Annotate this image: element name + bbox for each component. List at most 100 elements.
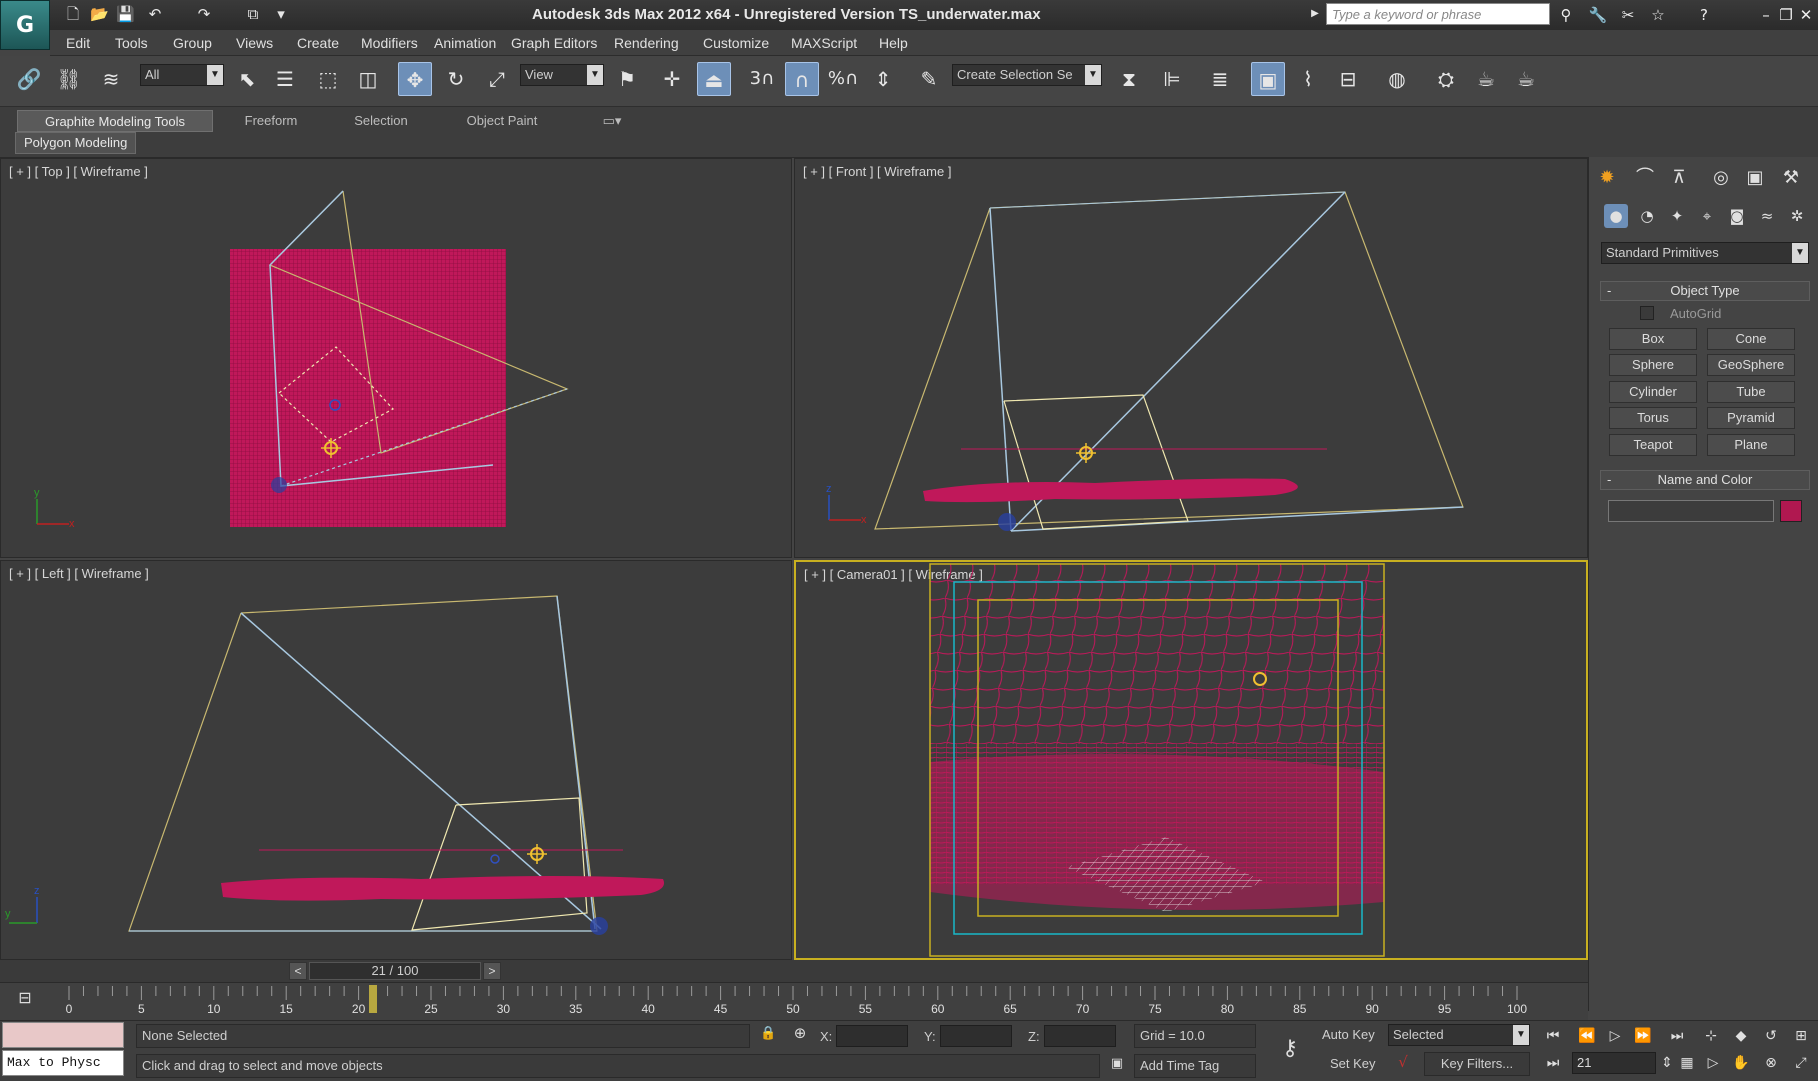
viewport-front[interactable]: [ + ] [ Front ] [ Wireframe ] z x [794, 158, 1588, 558]
utilities-tab-icon[interactable]: ⚒ [1777, 164, 1805, 192]
x-coordinate-input[interactable] [836, 1025, 908, 1047]
frame-spinner-icon[interactable]: ⇕ [1656, 1052, 1678, 1074]
tab-object-paint[interactable]: Object Paint [448, 110, 556, 132]
default-in-out-tangent-icon[interactable]: √ [1392, 1053, 1414, 1075]
menu-graph-editors[interactable]: Graph Editors [511, 35, 597, 51]
menu-group[interactable]: Group [173, 35, 212, 51]
quick-access-dropdown-icon[interactable]: ▾ [272, 5, 290, 23]
z-coordinate-input[interactable] [1044, 1025, 1116, 1047]
polygon-modeling-panel[interactable]: Polygon Modeling [15, 132, 137, 154]
hierarchy-tab-icon[interactable]: ⊼ [1665, 164, 1693, 192]
percent-snap-icon[interactable]: %∩ [826, 62, 860, 96]
create-tab-icon[interactable]: ✹ [1593, 164, 1621, 192]
schematic-view-icon[interactable]: ⊟ [1331, 62, 1365, 96]
select-and-scale-icon[interactable]: ⤢ [480, 62, 514, 96]
menu-views[interactable]: Views [236, 35, 273, 51]
select-and-move-icon[interactable]: ✥ [398, 62, 432, 96]
menu-animation[interactable]: Animation [434, 35, 496, 51]
selection-lock-icon[interactable]: 🔒 [760, 1026, 776, 1044]
truck-camera-icon[interactable]: ⊞ [1790, 1025, 1812, 1047]
name-and-color-rollout-header[interactable]: - Name and Color [1600, 470, 1810, 490]
layer-manager-icon[interactable]: ≣ [1203, 62, 1237, 96]
cameras-icon[interactable]: ⌖ [1695, 204, 1719, 228]
time-slider[interactable]: 21 / 100 [308, 962, 481, 980]
material-editor-icon[interactable]: ◍ [1380, 62, 1414, 96]
go-to-start-icon[interactable]: ⏮ [1542, 1025, 1564, 1047]
selection-filter-dropdown[interactable]: All ▼ [140, 64, 224, 86]
angle-snap-icon[interactable]: ∩ [785, 62, 819, 96]
tab-selection[interactable]: Selection [336, 110, 426, 132]
menu-create[interactable]: Create [297, 35, 339, 51]
absolute-mode-transform-icon[interactable]: ⊕ [790, 1024, 810, 1044]
display-tab-icon[interactable]: ▣ [1741, 164, 1769, 192]
time-cursor[interactable] [369, 985, 378, 1013]
binoculars-icon[interactable]: ⚲ [1556, 5, 1576, 25]
key-mode-toggle-icon[interactable]: ⏭ [1542, 1052, 1564, 1074]
bind-to-space-warp-icon[interactable]: ≋ [94, 62, 128, 96]
key-filters-button[interactable]: Key Filters... [1424, 1052, 1530, 1076]
menu-edit[interactable]: Edit [66, 35, 90, 51]
edit-named-selection-icon[interactable]: ✎ [912, 62, 946, 96]
rectangular-selection-icon[interactable]: ⬚ [311, 62, 345, 96]
help-icon[interactable]: ? [1694, 5, 1714, 25]
modify-tab-icon[interactable]: ⌒ [1631, 164, 1659, 192]
time-slider-prev-button[interactable]: < [288, 962, 307, 980]
named-selection-set-dropdown[interactable]: Create Selection Se ▼ [952, 64, 1102, 86]
select-by-name-icon[interactable]: ☰ [268, 62, 302, 96]
geosphere-button[interactable]: GeoSphere [1707, 354, 1795, 376]
select-and-rotate-icon[interactable]: ↻ [439, 62, 473, 96]
cone-button[interactable]: Cone [1707, 328, 1795, 350]
sphere-button[interactable]: Sphere [1609, 354, 1697, 376]
torus-button[interactable]: Torus [1609, 407, 1697, 429]
helpers-icon[interactable]: ◙ [1725, 204, 1749, 228]
unlink-selection-icon[interactable]: ⛓ [52, 62, 86, 96]
field-of-view-icon[interactable]: ◆ [1730, 1025, 1752, 1047]
undo-icon[interactable]: ↶ [146, 5, 164, 23]
maxscript-listener-input[interactable]: Max to Physc [2, 1050, 124, 1076]
render-production-icon[interactable]: ☕ [1509, 62, 1543, 96]
lights-icon[interactable]: ✦ [1665, 204, 1689, 228]
project-folder-icon[interactable]: ⧉ [244, 5, 262, 23]
keyboard-shortcut-override-icon[interactable]: ⏏ [697, 62, 731, 96]
motion-tab-icon[interactable]: ◎ [1707, 164, 1735, 192]
next-frame-icon[interactable]: ⏩ [1632, 1025, 1654, 1047]
close-icon[interactable]: ✕ [1796, 5, 1816, 25]
viewport-left[interactable]: [ + ] [ Left ] [ Wireframe ] z y [0, 560, 792, 960]
object-name-field[interactable] [1608, 500, 1774, 522]
y-coordinate-input[interactable] [940, 1025, 1012, 1047]
maximize-viewport-icon[interactable]: ⤢ [1790, 1052, 1812, 1074]
object-color-swatch[interactable] [1780, 500, 1802, 522]
app-logo-button[interactable]: G [0, 0, 50, 50]
set-key-button[interactable]: Set Key [1330, 1056, 1376, 1071]
use-pivot-center-icon[interactable]: ⚑ [610, 62, 644, 96]
align-icon[interactable]: ⊫ [1155, 62, 1189, 96]
add-time-tag-button[interactable]: Add Time Tag [1134, 1054, 1256, 1078]
tab-graphite-modeling-tools[interactable]: Graphite Modeling Tools [17, 110, 213, 132]
menu-modifiers[interactable]: Modifiers [361, 35, 418, 51]
current-frame-input[interactable]: 21 [1572, 1052, 1656, 1074]
communication-center-icon[interactable]: ✂ [1618, 5, 1638, 25]
cylinder-button[interactable]: Cylinder [1609, 381, 1697, 403]
mirror-icon[interactable]: ⧗ [1112, 62, 1146, 96]
set-key-icon[interactable]: ⚷ [1272, 1036, 1308, 1064]
time-tag-icon[interactable]: ▣ [1108, 1056, 1126, 1074]
auto-key-button[interactable]: Auto Key [1322, 1027, 1375, 1042]
go-to-end-icon[interactable]: ⏭ [1666, 1025, 1688, 1047]
time-slider-next-button[interactable]: > [482, 962, 501, 980]
teapot-button[interactable]: Teapot [1609, 434, 1697, 456]
roll-camera-icon[interactable]: ⊗ [1760, 1052, 1782, 1074]
box-button[interactable]: Box [1609, 328, 1697, 350]
menu-maxscript[interactable]: MAXScript [791, 35, 857, 51]
window-crossing-icon[interactable]: ◫ [351, 62, 385, 96]
reference-coordinate-dropdown[interactable]: View ▼ [520, 64, 604, 86]
viewport-top[interactable]: [ + ] [ Top ] [ Wireframe ] y x [0, 158, 792, 558]
previous-frame-icon[interactable]: ⏪ [1576, 1025, 1598, 1047]
autogrid-checkbox[interactable] [1640, 306, 1654, 320]
curve-editor-icon[interactable]: ⌇ [1291, 62, 1325, 96]
object-type-rollout-header[interactable]: - Object Type [1600, 281, 1810, 301]
primitive-category-dropdown[interactable]: Standard Primitives ▼ [1601, 242, 1809, 264]
menu-customize[interactable]: Customize [703, 35, 769, 51]
plane-button[interactable]: Plane [1707, 434, 1795, 456]
snaps-toggle-icon[interactable]: 3∩ [745, 62, 779, 96]
space-warps-icon[interactable]: ≈ [1755, 204, 1779, 228]
